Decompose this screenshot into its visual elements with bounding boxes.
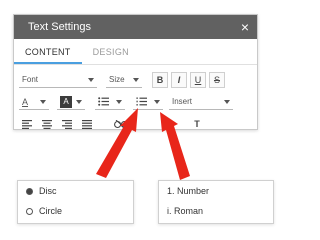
bullet-list-icon — [98, 97, 109, 106]
number-option-decimal[interactable]: 1. Number — [159, 181, 273, 201]
chevron-down-icon — [88, 77, 94, 82]
strikethrough-button[interactable]: S — [209, 72, 225, 88]
tab-bar: CONTENT DESIGN — [14, 39, 257, 65]
size-select[interactable]: Size — [106, 72, 142, 88]
size-select-label: Size — [109, 75, 125, 84]
underline-button[interactable]: U — [190, 72, 206, 88]
background-color-select[interactable]: A — [57, 94, 85, 110]
insert-select-label: Insert — [172, 97, 193, 106]
right-red-arrow — [160, 112, 190, 180]
align-center-icon — [42, 119, 52, 129]
radio-unselected-icon — [26, 207, 33, 215]
tab-design[interactable]: DESIGN — [82, 47, 140, 64]
bullet-option-disc[interactable]: Disc — [18, 181, 133, 201]
italic-button[interactable]: I — [171, 72, 187, 88]
bullet-option-label: Circle — [39, 206, 63, 216]
background-color-icon: A — [60, 95, 72, 108]
chevron-down-icon — [76, 99, 82, 104]
chevron-down-icon — [116, 99, 122, 104]
align-left-icon — [22, 119, 32, 129]
left-red-arrow — [96, 108, 138, 178]
insert-select[interactable]: Insert — [169, 94, 233, 110]
bullet-options-popup: Disc Circle — [17, 180, 134, 224]
bullet-option-circle[interactable]: Circle — [18, 201, 133, 221]
tab-content[interactable]: CONTENT — [14, 47, 82, 64]
number-options-popup: 1. Number i. Roman — [158, 180, 274, 224]
text-color-select[interactable]: A — [19, 94, 49, 110]
dialog-titlebar: Text Settings × — [14, 15, 257, 39]
bullet-option-label: Disc — [39, 186, 57, 196]
close-icon[interactable]: × — [241, 20, 249, 34]
chevron-down-icon — [40, 99, 46, 104]
chevron-down-icon — [133, 77, 139, 82]
align-right-button[interactable] — [59, 116, 75, 132]
align-left-button[interactable] — [19, 116, 35, 132]
toolbar-row-1: Font Size B I U S — [19, 71, 252, 89]
font-select-label: Font — [22, 75, 39, 84]
number-option-label: i. Roman — [167, 206, 204, 216]
numbered-list-icon — [136, 97, 147, 106]
chevron-down-icon — [154, 99, 160, 104]
dialog-title: Text Settings — [28, 21, 91, 33]
font-select[interactable]: Font — [19, 72, 97, 88]
bold-icon: B — [156, 75, 164, 85]
chevron-down-icon — [224, 99, 230, 104]
radio-selected-icon — [26, 187, 33, 195]
align-center-button[interactable] — [39, 116, 55, 132]
number-option-roman[interactable]: i. Roman — [159, 201, 273, 221]
text-color-icon: A — [22, 96, 29, 107]
strikethrough-icon: S — [213, 75, 220, 85]
number-option-label: 1. Number — [167, 186, 210, 196]
italic-icon: I — [177, 75, 181, 85]
bold-button[interactable]: B — [152, 72, 168, 88]
align-right-icon — [62, 119, 72, 129]
underline-icon: U — [194, 75, 202, 85]
